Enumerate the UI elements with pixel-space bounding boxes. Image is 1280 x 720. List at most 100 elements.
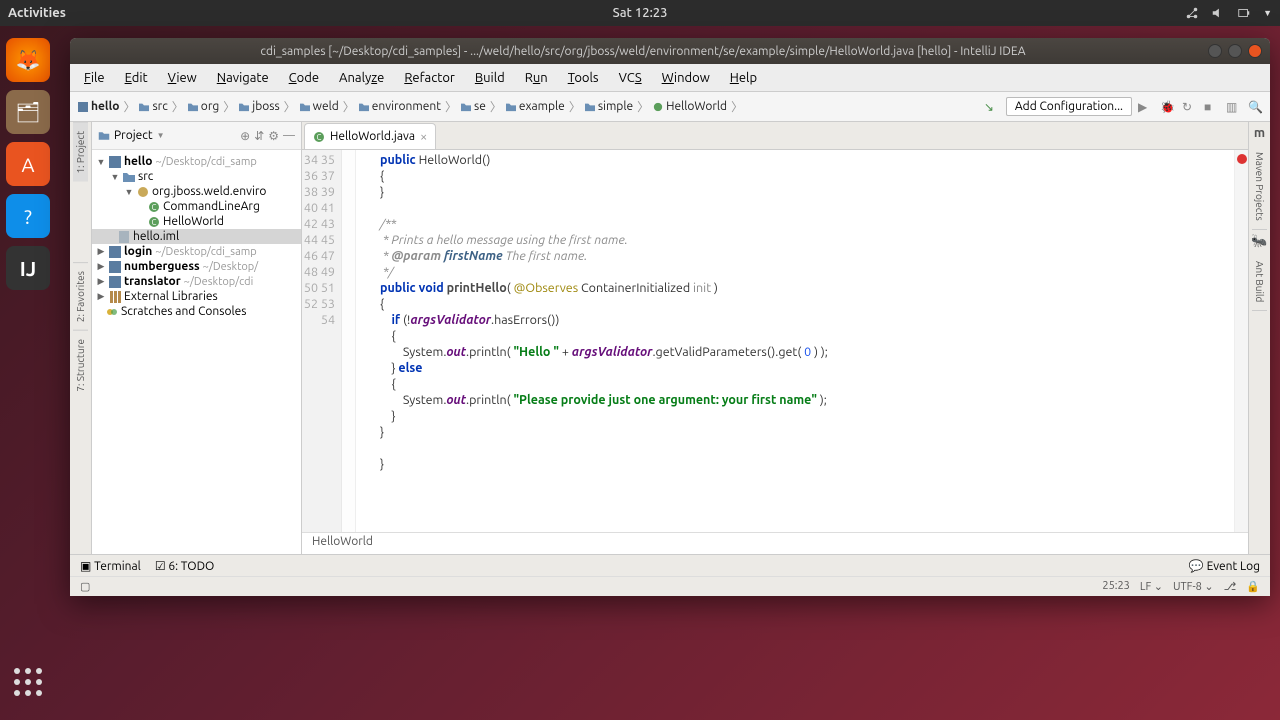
module-login[interactable]: ▶login ~/Desktop/cdi_samp (92, 244, 301, 259)
error-marker-icon[interactable] (1237, 154, 1247, 164)
fold-gutter[interactable] (342, 150, 356, 532)
status-icon[interactable]: ▢ (80, 580, 90, 593)
intellij-window: cdi_samples [~/Desktop/cdi_samples] - ..… (70, 38, 1270, 596)
project-tree[interactable]: ▼hello ~/Desktop/cdi_samp ▼src ▼org.jbos… (92, 150, 301, 323)
layout-icon[interactable]: ▥ (1226, 99, 1242, 115)
tool-eventlog[interactable]: 💬 Event Log (1189, 559, 1260, 573)
menu-help[interactable]: Help (722, 69, 765, 87)
breadcrumb[interactable]: hello〉src〉org〉jboss〉weld〉environment〉se〉… (76, 98, 745, 115)
module-icon (109, 276, 121, 288)
tab-label: HelloWorld.java (330, 130, 415, 143)
package-node[interactable]: ▼org.jboss.weld.enviro (92, 184, 301, 199)
folder-icon (98, 130, 110, 142)
menu-run[interactable]: Run (517, 69, 556, 87)
class-icon: C (148, 216, 160, 228)
class-helloworld[interactable]: CHelloWorld (92, 214, 301, 229)
folder-icon (123, 171, 135, 183)
package-icon (137, 186, 149, 198)
menu-edit[interactable]: Edit (117, 69, 156, 87)
source-code[interactable]: public HelloWorld() { } /** * Prints a h… (356, 150, 1234, 532)
titlebar[interactable]: cdi_samples [~/Desktop/cdi_samples] - ..… (70, 38, 1270, 64)
stop-icon[interactable]: ■ (1204, 99, 1220, 115)
network-icon (1185, 6, 1199, 20)
bottom-tool-strip: ▣ Terminal ☑ 6: TODO 💬 Event Log (70, 554, 1270, 576)
activities-button[interactable]: Activities (8, 6, 66, 20)
menu-window[interactable]: Window (654, 69, 718, 87)
gnome-topbar: Activities Sat 12:23 ▼ (0, 0, 1280, 26)
minimize-button[interactable] (1208, 44, 1222, 58)
add-configuration-button[interactable]: Add Configuration... (1006, 97, 1132, 116)
window-controls (1208, 44, 1262, 58)
project-header[interactable]: Project ▼ ⊕ ⇵ ⚙ — (92, 122, 301, 150)
menubar: File Edit View Navigate Code Analyze Ref… (70, 64, 1270, 92)
close-button[interactable] (1248, 44, 1262, 58)
status-bar: ▢ 25:23 LF ⌄ UTF-8 ⌄ ⎇ 🔒 (70, 576, 1270, 596)
tool-favorites[interactable]: 2: Favorites (73, 262, 88, 330)
run-icon[interactable]: ▶ (1138, 99, 1154, 115)
module-hello[interactable]: ▼hello ~/Desktop/cdi_samp (92, 154, 301, 169)
menu-build[interactable]: Build (467, 69, 513, 87)
project-label: Project (114, 129, 153, 142)
editor-area: C HelloWorld.java × 34 35 36 37 38 39 40… (302, 122, 1248, 554)
lock-icon[interactable]: 🔒 (1246, 580, 1260, 593)
menu-refactor[interactable]: Refactor (396, 69, 463, 87)
encoding[interactable]: UTF-8 ⌄ (1173, 580, 1214, 593)
menu-tools[interactable]: Tools (560, 69, 607, 87)
file-hello-iml[interactable]: hello.iml (92, 229, 301, 244)
menu-file[interactable]: File (76, 69, 113, 87)
files-icon[interactable]: 🗂 (6, 90, 50, 134)
window-title: cdi_samples [~/Desktop/cdi_samples] - ..… (78, 45, 1208, 58)
git-icon[interactable]: ⎇ (1224, 580, 1237, 593)
chevron-down-icon: ▼ (157, 131, 165, 140)
menu-code[interactable]: Code (281, 69, 327, 87)
module-numberguess[interactable]: ▶numberguess ~/Desktop/ (92, 259, 301, 274)
left-tool-strip: 1: Project 2: Favorites 7: Structure (70, 122, 92, 554)
clock[interactable]: Sat 12:23 (613, 6, 668, 20)
line-separator[interactable]: LF ⌄ (1140, 580, 1163, 593)
system-tray[interactable]: ▼ (1185, 6, 1272, 20)
module-icon (109, 156, 121, 168)
library-icon (109, 291, 121, 303)
menu-analyze[interactable]: Analyze (331, 69, 392, 87)
maximize-button[interactable] (1228, 44, 1242, 58)
module-icon (109, 246, 121, 258)
battery-icon (1237, 6, 1251, 20)
tab-helloworld[interactable]: C HelloWorld.java × (304, 123, 436, 149)
tool-todo[interactable]: ☑ 6: TODO (155, 559, 215, 573)
tool-structure[interactable]: 7: Structure (73, 330, 88, 400)
error-stripe[interactable] (1234, 150, 1248, 532)
breadcrumb-bar[interactable]: HelloWorld (302, 532, 1248, 554)
class-commandlineargs[interactable]: CCommandLineArg (92, 199, 301, 214)
module-translator[interactable]: ▶translator ~/Desktop/cdi (92, 274, 301, 289)
close-tab-icon[interactable]: × (420, 130, 427, 144)
search-icon[interactable]: 🔍 (1248, 99, 1264, 115)
gear-icon[interactable]: ⚙ (268, 129, 279, 143)
app-grid-icon[interactable] (6, 660, 50, 704)
code-editor[interactable]: 34 35 36 37 38 39 40 41 42 43 44 45 46 4… (302, 150, 1248, 532)
minimize-pane-icon[interactable]: — (283, 129, 295, 142)
target-icon[interactable]: ⊕ (240, 129, 250, 143)
menu-view[interactable]: View (160, 69, 205, 87)
debug-icon[interactable]: 🐞 (1160, 99, 1176, 115)
svg-text:C: C (317, 133, 322, 142)
external-libraries[interactable]: ▶External Libraries (92, 289, 301, 304)
menu-navigate[interactable]: Navigate (209, 69, 277, 87)
project-pane: Project ▼ ⊕ ⇵ ⚙ — ▼hello ~/Desktop/cdi_s… (92, 122, 302, 554)
collapse-icon[interactable]: ⇵ (254, 129, 264, 143)
firefox-icon[interactable]: 🦊 (6, 38, 50, 82)
folder-src[interactable]: ▼src (92, 169, 301, 184)
scratches[interactable]: Scratches and Consoles (92, 304, 301, 319)
software-icon[interactable]: A (6, 142, 50, 186)
tool-maven[interactable]: Maven Projects (1252, 144, 1267, 230)
tool-ant[interactable]: Ant Build (1252, 253, 1267, 311)
build-icon[interactable]: ↘ (984, 99, 1000, 115)
cursor-position[interactable]: 25:23 (1102, 580, 1130, 593)
dock: 🦊 🗂 A ? IJ (0, 26, 56, 720)
intellij-icon[interactable]: IJ (6, 246, 50, 290)
maven-m-icon: m (1254, 122, 1265, 144)
rerun-icon[interactable]: ↻ (1182, 99, 1198, 115)
tool-project[interactable]: 1: Project (73, 122, 88, 182)
tool-terminal[interactable]: ▣ Terminal (80, 559, 141, 573)
help-icon[interactable]: ? (6, 194, 50, 238)
menu-vcs[interactable]: VCS (611, 69, 650, 87)
